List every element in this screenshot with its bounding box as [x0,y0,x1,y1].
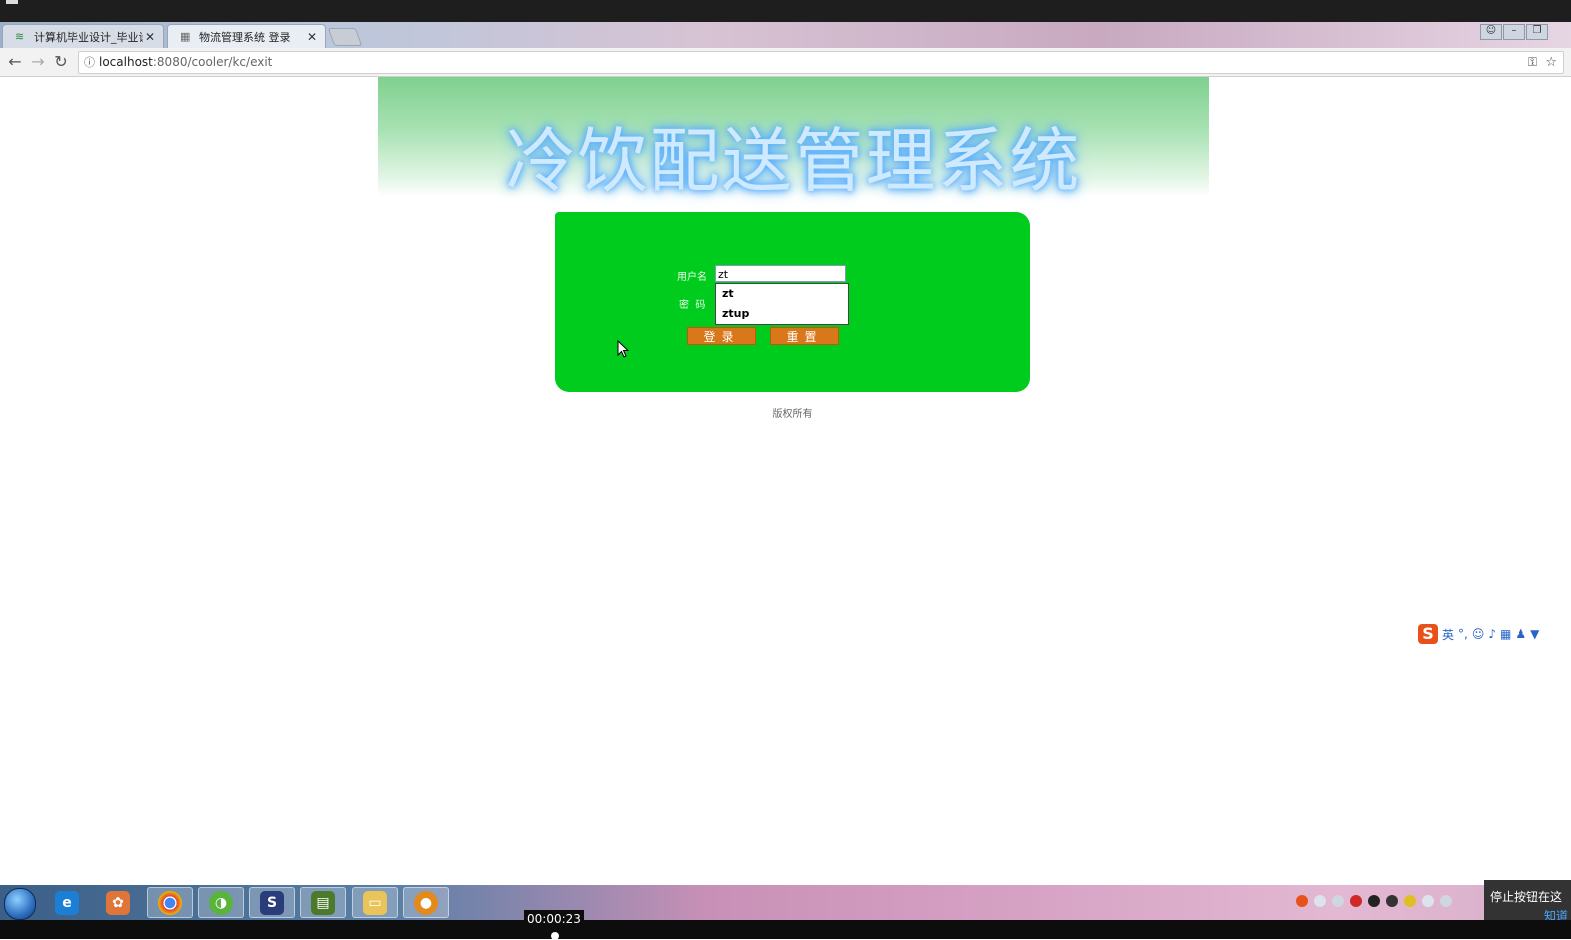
sogou-tray-icon[interactable] [1296,895,1308,907]
sogou-logo-icon[interactable]: S [1418,624,1438,644]
ie-icon: e [55,890,79,915]
tab-title: 物流管理系统 登录 [199,31,291,44]
url-text: localhost:8080/cooler/kc/exit [99,52,272,73]
restore-button[interactable]: ❐ [1526,24,1548,40]
update-tray-icon[interactable] [1404,895,1416,907]
stop-tip-text: 停止按钮在这 [1490,890,1563,904]
username-label: 用户名 [677,272,707,283]
page-favicon-icon: ▦ [180,30,191,43]
close-icon[interactable]: ✕ [143,30,157,44]
volume-tray-icon[interactable] [1440,895,1452,907]
ime-mode-toggle[interactable]: 英 [1442,626,1454,643]
autocomplete-option[interactable]: ztup [716,304,848,324]
username-input[interactable]: zt [715,265,846,282]
browser-toolbar: ← → ↻ ⓘ localhost:8080/cooler/kc/exit ⚿ … [0,48,1571,77]
taskbar-app-4[interactable]: ◑ [198,887,244,918]
chart-tool-icon: ▤ [311,890,335,915]
microphone-icon[interactable]: ♪ [1488,627,1496,641]
recorder-icon: ● [414,890,438,915]
url-host: localhost [99,55,153,69]
security-tray-icon[interactable] [1350,895,1362,907]
reset-button[interactable]: 重置 [770,327,839,345]
chrome-icon [158,890,182,915]
emoji-icon[interactable]: ☺ [1472,627,1485,641]
reload-icon[interactable]: ↻ [51,52,71,72]
forward-arrow-icon[interactable]: → [28,52,48,72]
address-bar[interactable]: ⓘ localhost:8080/cooler/kc/exit ⚿ ☆ [78,51,1564,74]
qq-tray-icon[interactable] [1368,895,1380,907]
punctuation-icon[interactable]: °, [1458,627,1468,641]
display-tray-icon[interactable] [1422,895,1434,907]
taskbar-app-2[interactable]: ✿ [95,887,141,918]
user-center-icon[interactable]: ♟ [1515,627,1526,641]
skin-icon[interactable]: ▼ [1530,627,1539,641]
site-favicon-icon: ≋ [15,30,25,43]
close-icon[interactable]: ✕ [305,30,319,44]
tab-graduation-design[interactable]: ≋ 计算机毕业设计_毕业设计 ✕ [2,24,164,49]
key-icon[interactable]: ⚿ [1528,52,1537,73]
eclipse-icon: S [260,890,284,915]
taskbar: e ✿ ◑ S ▤ ▭ ● [0,885,1571,920]
tab-title: 计算机毕业设计_毕业设计 [34,31,143,44]
minimize-button[interactable]: – [1503,24,1525,40]
tab-login[interactable]: ▦ 物流管理系统 登录 ✕ [167,24,326,49]
mouse-cursor-icon [617,340,629,358]
taskbar-ie[interactable]: e [44,887,90,918]
taskbar-recorder[interactable]: ● [403,887,449,918]
window-top-strip [0,0,1571,22]
login-panel: 用户名 密 码 zt zt ztup 登录 重置 [555,212,1030,392]
url-path: :8080/cooler/kc/exit [152,55,273,69]
system-tray [1296,895,1452,907]
password-label: 密 码 [679,300,706,311]
browser-tab-bar: ≋ 计算机毕业设计_毕业设计 ✕ ▦ 物流管理系统 登录 ✕ [0,22,1571,49]
butterfly-icon: ✿ [106,890,130,915]
video-progress-strip[interactable] [0,920,1571,939]
network-tray-icon[interactable] [1314,895,1326,907]
back-arrow-icon[interactable]: ← [5,52,25,72]
user-icon[interactable]: ☺ [1480,24,1502,40]
autocomplete-option[interactable]: zt [716,284,848,304]
window-menu-icon[interactable] [6,0,18,4]
header-banner: 冷饮配送管理系统 [378,77,1209,202]
info-icon[interactable]: ⓘ [84,52,95,73]
qq-tray-icon[interactable] [1386,895,1398,907]
new-tab-button[interactable] [327,28,363,46]
taskbar-app-5[interactable]: S [249,887,295,918]
thermometer-tray-icon[interactable] [1332,895,1344,907]
system-title: 冷饮配送管理系统 [505,120,1082,202]
green-app-icon: ◑ [209,890,233,915]
taskbar-app-6[interactable]: ▤ [300,887,346,918]
ime-toolbar: S 英 °, ☺ ♪ ▦ ♟ ▼ [1418,623,1539,645]
taskbar-chrome[interactable] [147,887,193,918]
start-button[interactable] [4,888,36,920]
copyright-text: 版权所有 [772,409,813,420]
video-timestamp: 00:00:23 [524,910,584,928]
keyboard-icon[interactable]: ▦ [1500,627,1511,641]
stop-button-tip: 停止按钮在这 知道 [1484,880,1571,925]
taskbar-explorer[interactable]: ▭ [352,887,398,918]
bookmark-star-icon[interactable]: ☆ [1545,52,1557,73]
login-button[interactable]: 登录 [687,327,756,345]
folder-icon: ▭ [363,890,387,915]
autocomplete-dropdown: zt ztup [715,283,849,325]
